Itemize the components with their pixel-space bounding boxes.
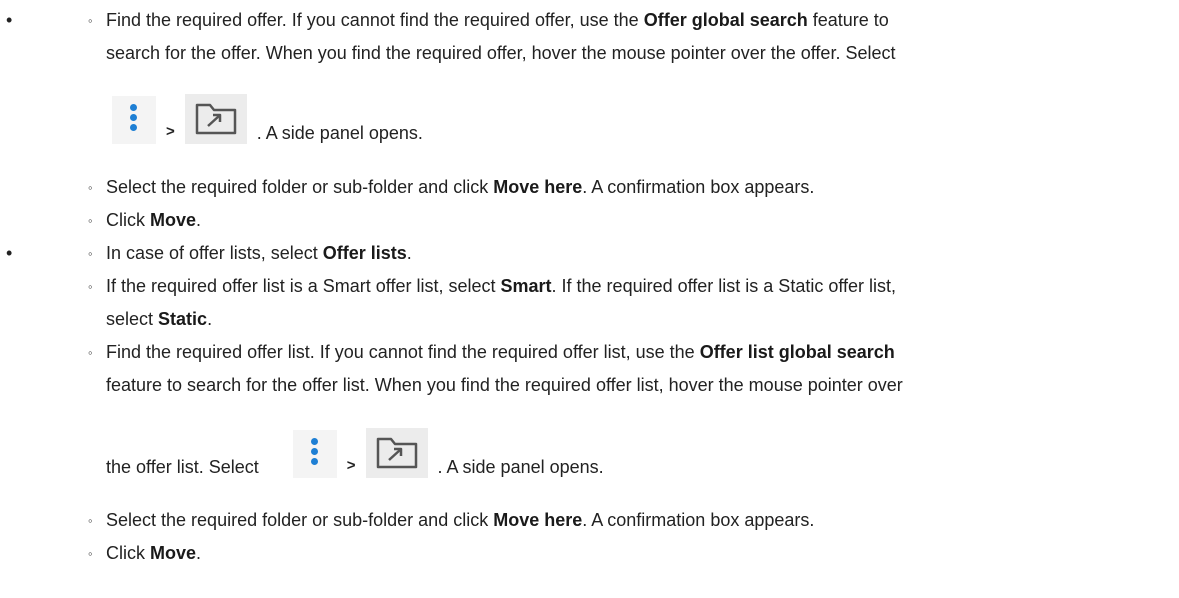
text-run: . A confirmation box appears. [582,510,815,530]
text-run: . [196,543,202,563]
list-item: ◦ Find the required offer list. If you c… [88,336,1170,402]
text-run: feature to [807,10,889,30]
text-run: . A confirmation box appears. [582,177,815,197]
static-term: Static [158,309,208,329]
step-text: In case of offer lists, select Offer lis… [88,237,1170,270]
sub-bullet: ◦ [88,246,93,261]
step-text: Select the required folder or sub-folder… [88,504,1170,537]
text-run: select [106,309,159,329]
text-run: Select the required folder or sub-folder… [106,177,494,197]
move-here-term: Move here [493,177,583,197]
sub-bullet: ◦ [88,213,93,228]
offer-lists-term: Offer lists [322,243,407,263]
text-run: Find the required offer. If you cannot f… [106,10,644,30]
text-run: . [196,210,202,230]
text-run: Click [106,210,150,230]
move-term: Move [150,210,197,230]
list-bullet: • [6,10,13,30]
move-here-term: Move here [493,510,583,530]
text-run: . If the required offer list is a Static… [551,276,897,296]
sub-bullet: ◦ [88,513,93,528]
sub-bullet: ◦ [88,13,93,28]
text-run: Click [106,543,150,563]
list-bullet: • [6,243,13,263]
sub-bullet: ◦ [88,279,93,294]
step-text: . A side panel opens. [256,123,423,143]
text-run: Find the required offer list. If you can… [106,342,700,362]
text-run: . [406,243,412,263]
list-item: ◦ In case of offer lists, select Offer l… [88,237,1170,270]
list-item: ◦ If the required offer list is a Smart … [88,270,1170,336]
step-text: Select the required folder or sub-folder… [88,171,1170,204]
list-item: ◦ Select the required folder or sub-fold… [88,504,1170,537]
kebab-menu-icon [292,430,337,478]
step-text: Click Move. [88,537,1170,570]
sub-bullet: ◦ [88,180,93,195]
step-text: the offer list. Select [106,457,259,477]
step-text: Find the required offer. If you cannot f… [88,4,1170,70]
sub-bullet: ◦ [88,345,93,360]
offer-list-global-search-term: Offer list global search [699,342,895,362]
icon-sequence: the offer list. Select > . A side panel … [106,428,604,478]
move-folder-icon [365,428,428,478]
list-item: ◦ Click Move. [88,537,1170,570]
sub-bullet: ◦ [88,546,93,561]
text-run: Select the required folder or sub-folder… [106,510,494,530]
text-run: feature to search for the offer list. Wh… [106,375,903,395]
move-folder-icon [184,94,247,144]
offer-global-search-term: Offer global search [643,10,808,30]
kebab-menu-icon [112,96,156,144]
step-text: Find the required offer list. If you can… [88,336,1170,402]
step-text: . A side panel opens. [437,457,604,477]
text-run: In case of offer lists, select [106,243,323,263]
list-item: ◦ Find the required offer. If you cannot… [88,4,1170,70]
text-run: If the required offer list is a Smart of… [106,276,501,296]
move-term: Move [150,543,197,563]
separator-arrow: > [166,123,175,140]
step-text: Click Move. [88,204,1170,237]
separator-arrow: > [346,457,356,474]
text-run: search for the offer. When you find the … [106,43,896,63]
smart-term: Smart [500,276,552,296]
list-item: ◦ Click Move. [88,204,1170,237]
step-text: If the required offer list is a Smart of… [88,270,1170,336]
list-item: ◦ Select the required folder or sub-fold… [88,171,1170,204]
icon-sequence: > . A side panel opens. [112,94,423,144]
text-run: . [207,309,213,329]
